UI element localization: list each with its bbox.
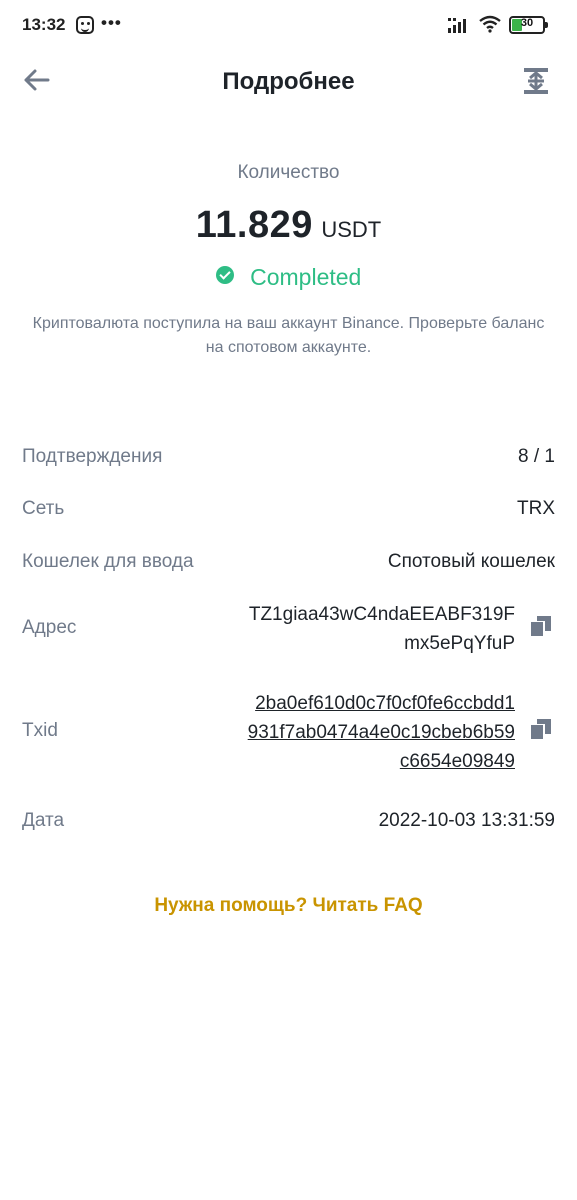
battery-cap [545, 22, 548, 28]
date-label: Дата [22, 810, 65, 831]
txid-line-3: c6654e09849 [399, 751, 515, 772]
copy-txid-icon[interactable] [530, 718, 552, 740]
more-notifications-icon: ••• [101, 13, 122, 32]
txid-line-2: 931f7ab0474a4e0c19cbeb6b59 [247, 722, 515, 743]
status-row: Completed [0, 264, 577, 291]
amount-value: 11.829 [195, 204, 313, 246]
status-time: 13:32 [22, 15, 66, 34]
confirmations-value: 8 / 1 [518, 446, 555, 467]
wallet-value: Спотовый кошелек [387, 551, 555, 572]
page-title: Подробнее [222, 68, 355, 95]
battery-icon: 30 [509, 16, 548, 34]
header: Подробнее [0, 52, 577, 112]
date-value: 2022-10-03 13:31:59 [378, 810, 555, 831]
check-circle-icon [215, 265, 234, 284]
confirmations-label: Подтверждения [22, 446, 163, 467]
address-line-1: TZ1giaa43wC4ndaEEABF319F [248, 604, 515, 625]
signal-icon [448, 18, 466, 33]
network-value: TRX [517, 498, 555, 519]
address-label: Адрес [22, 617, 77, 638]
amount-row: 11.829 USDT [0, 204, 577, 247]
share-icon[interactable] [523, 67, 549, 95]
txid-value-link[interactable]: 2ba0ef610d0c7f0cf0fe6ccbdd1 931f7ab0474a… [195, 689, 515, 776]
status-bar: 13:32 ••• 30 [0, 0, 577, 52]
copy-address-icon[interactable] [530, 615, 552, 637]
notification-face-icon [76, 16, 94, 34]
battery-level-text: 30 [520, 17, 534, 29]
wifi-icon [479, 15, 501, 33]
amount-label: Количество [237, 162, 340, 183]
status-description: Криптовалюта поступила на ваш аккаунт Bi… [32, 315, 545, 356]
txid-line-1: 2ba0ef610d0c7f0cf0fe6ccbdd1 [255, 693, 515, 714]
faq-link[interactable]: Нужна помощь? Читать FAQ [0, 895, 577, 917]
address-value: TZ1giaa43wC4ndaEEABF319F mx5ePqYfuP [195, 600, 515, 658]
amount-unit: USDT [321, 217, 382, 242]
network-label: Сеть [22, 498, 65, 519]
wallet-label: Кошелек для ввода [22, 551, 194, 572]
txid-label: Txid [22, 720, 58, 741]
address-line-2: mx5ePqYfuP [404, 633, 515, 654]
status-text: Completed [250, 264, 362, 290]
